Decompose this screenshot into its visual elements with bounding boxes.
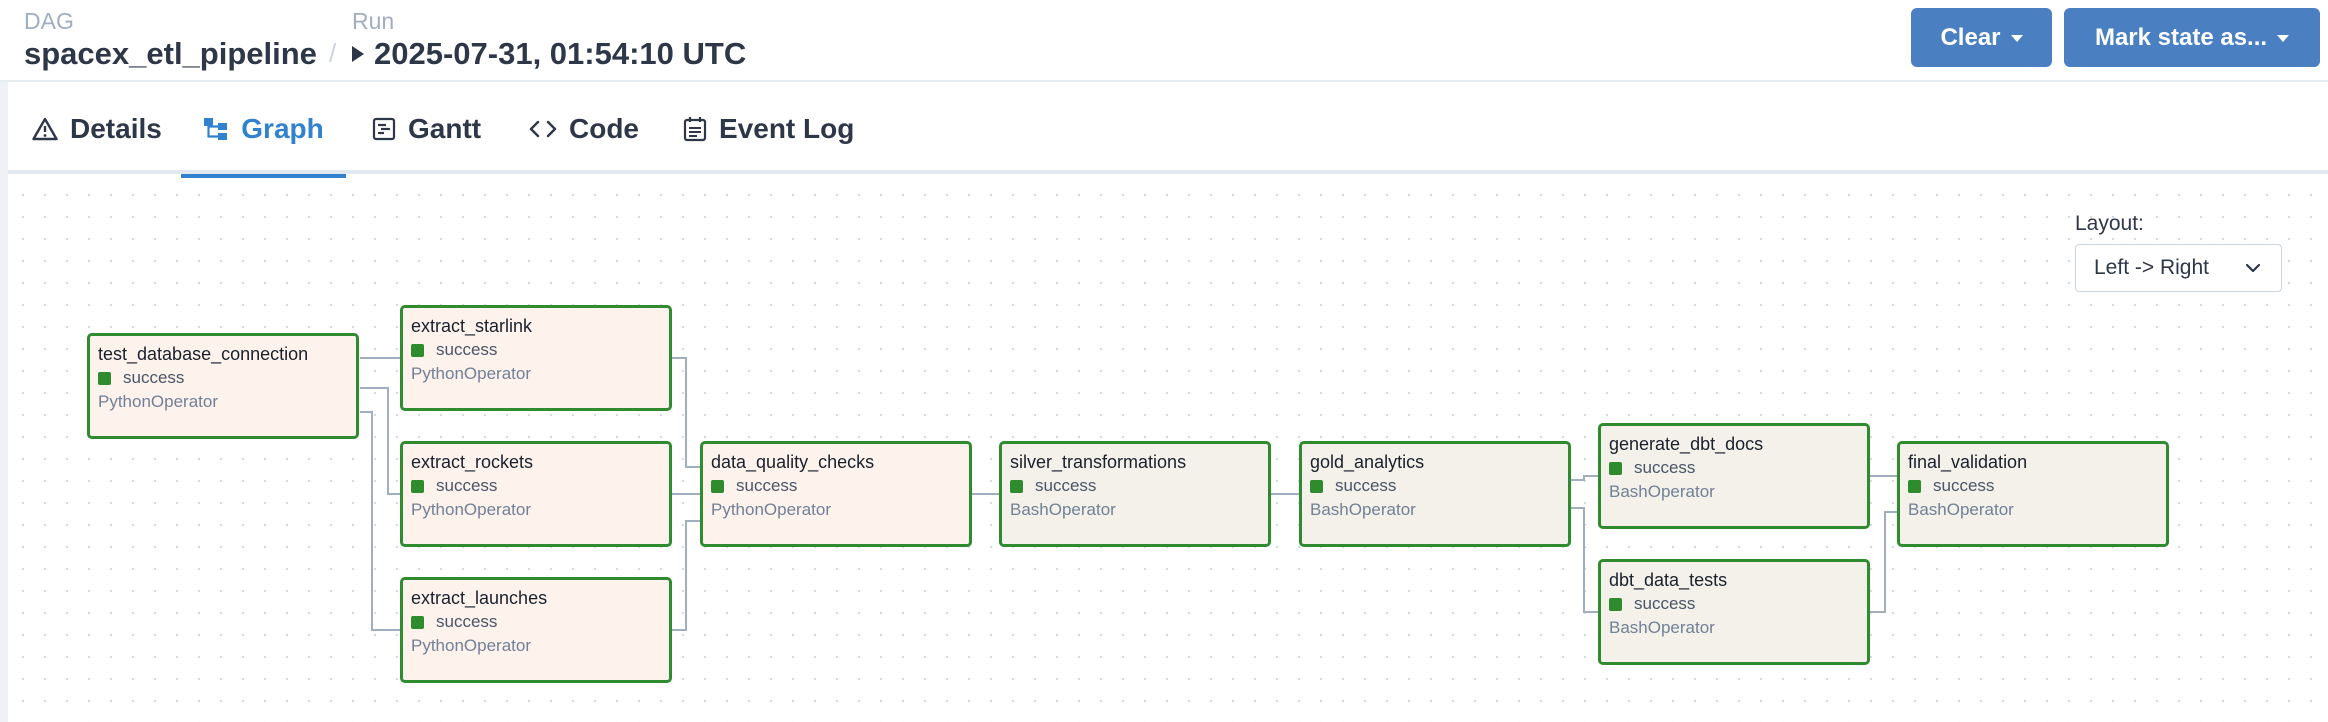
layout-select-value: Left -> Right [2094, 256, 2209, 279]
task-status: success [1908, 474, 2158, 498]
task-status: success [98, 366, 348, 390]
task-name: gold_analytics [1310, 452, 1425, 472]
task-node-generate-dbt-docs[interactable]: generate_dbt_docs success BashOperator [1598, 423, 1870, 529]
task-status-text: success [1335, 476, 1397, 495]
tab-code-label: Code [569, 113, 639, 144]
tab-code[interactable]: Code [529, 84, 639, 174]
task-status-text: success [1035, 476, 1097, 495]
task-operator: PythonOperator [411, 636, 532, 655]
task-name: extract_rockets [411, 452, 534, 472]
success-status-icon [411, 615, 424, 629]
tab-event-log-label: Event Log [719, 113, 855, 144]
task-node-test-database-connection[interactable]: test_database_connection success PythonO… [87, 333, 359, 439]
success-status-icon [711, 479, 724, 493]
dag-name[interactable]: spacex_etl_pipeline [24, 34, 317, 74]
breadcrumb-dag[interactable]: DAG spacex_etl_pipeline [24, 8, 317, 74]
chevron-down-icon [2245, 263, 2261, 273]
success-status-icon [1908, 479, 1921, 493]
graph-icon [204, 118, 228, 140]
success-status-icon [411, 343, 424, 357]
task-node-extract-launches[interactable]: extract_launches success PythonOperator [400, 577, 672, 683]
task-status: success [711, 474, 961, 498]
left-border [0, 82, 8, 722]
task-name: final_validation [1908, 452, 2028, 472]
tab-details-label: Details [70, 113, 162, 144]
success-status-icon [98, 371, 111, 385]
run-value: 2025-07-31, 01:54:10 UTC [374, 36, 747, 71]
success-status-icon [1609, 597, 1622, 611]
task-status-text: success [1634, 458, 1696, 477]
gantt-icon [372, 117, 396, 141]
chevron-down-icon [2010, 35, 2023, 42]
task-status-text: success [436, 340, 498, 359]
tab-gantt-label: Gantt [408, 113, 482, 144]
success-status-icon [411, 479, 424, 493]
task-name: generate_dbt_docs [1609, 434, 1764, 454]
task-node-silver-transformations[interactable]: silver_transformations success BashOpera… [999, 441, 1271, 547]
chevron-down-icon [2277, 35, 2290, 42]
task-name: extract_starlink [411, 316, 533, 336]
breadcrumb-run: Run 2025-07-31, 01:54:10 UTC [352, 8, 746, 74]
clear-button[interactable]: Clear [1911, 8, 2052, 67]
task-operator: PythonOperator [411, 364, 532, 383]
breadcrumb-separator: / [329, 38, 337, 68]
task-operator: BashOperator [1908, 500, 2014, 519]
task-operator: PythonOperator [711, 500, 832, 519]
task-node-dbt-data-tests[interactable]: dbt_data_tests success BashOperator [1598, 559, 1870, 665]
task-node-extract-starlink[interactable]: extract_starlink success PythonOperator [400, 305, 672, 411]
task-node-gold-analytics[interactable]: gold_analytics success BashOperator [1299, 441, 1571, 547]
task-operator: BashOperator [1310, 500, 1416, 519]
task-status: success [411, 474, 661, 498]
layout-control: Layout: Left -> Right [2075, 212, 2282, 292]
tab-details[interactable]: Details [32, 84, 162, 174]
task-status: success [1609, 456, 1859, 480]
task-status: success [1010, 474, 1260, 498]
task-operator: BashOperator [1609, 618, 1715, 637]
layout-select[interactable]: Left -> Right [2075, 244, 2282, 292]
tab-graph[interactable]: Graph [181, 84, 346, 178]
task-operator: PythonOperator [98, 392, 219, 411]
task-status-text: success [1933, 476, 1995, 495]
task-name: data_quality_checks [711, 452, 875, 472]
task-name: test_database_connection [98, 344, 309, 364]
success-status-icon [1609, 461, 1622, 475]
success-status-icon [1310, 479, 1323, 493]
task-node-data-quality-checks[interactable]: data_quality_checks success PythonOperat… [700, 441, 972, 547]
task-status: success [411, 610, 661, 634]
success-status-icon [1010, 479, 1023, 493]
tab-gantt[interactable]: Gantt [372, 84, 481, 174]
task-node-extract-rockets[interactable]: extract_rockets success PythonOperator [400, 441, 672, 547]
play-icon [352, 46, 364, 62]
run-value-wrap: 2025-07-31, 01:54:10 UTC [352, 34, 746, 74]
mark-state-button[interactable]: Mark state as... [2064, 8, 2320, 67]
task-status: success [411, 338, 661, 362]
task-status: success [1310, 474, 1560, 498]
tab-event-log[interactable]: Event Log [683, 84, 854, 174]
task-status-text: success [436, 612, 498, 631]
calendar-icon [683, 117, 707, 142]
task-operator: BashOperator [1609, 482, 1715, 501]
task-node-final-validation[interactable]: final_validation success BashOperator [1897, 441, 2169, 547]
layout-label: Layout: [2075, 212, 2144, 235]
task-status: success [1609, 592, 1859, 616]
tab-bar: Details Graph Gantt Code Event Log [0, 84, 2328, 178]
task-status-text: success [1634, 594, 1696, 613]
task-status-text: success [436, 476, 498, 495]
run-label: Run [352, 8, 395, 34]
task-operator: BashOperator [1010, 500, 1116, 519]
tab-graph-label: Graph [241, 113, 324, 144]
clear-button-label: Clear [1940, 23, 2001, 51]
task-status-text: success [123, 368, 185, 387]
task-name: extract_launches [411, 588, 548, 608]
dag-label: DAG [24, 8, 74, 34]
task-status-text: success [736, 476, 798, 495]
task-operator: PythonOperator [411, 500, 532, 519]
task-name: silver_transformations [1010, 452, 1187, 472]
mark-state-button-label: Mark state as... [2094, 23, 2268, 51]
warning-icon [32, 117, 58, 141]
header: DAG spacex_etl_pipeline / Run 2025-07-31… [0, 0, 2328, 82]
code-icon [529, 120, 557, 138]
task-name: dbt_data_tests [1609, 570, 1728, 590]
